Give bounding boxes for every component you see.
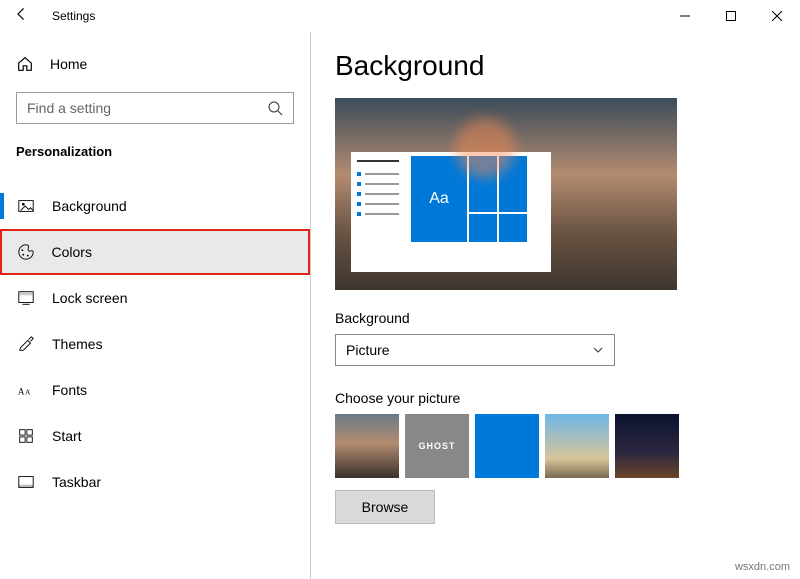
sidebar-home[interactable]: Home <box>0 44 310 84</box>
browse-button[interactable]: Browse <box>335 490 435 524</box>
sidebar-item-fonts[interactable]: AA Fonts <box>0 367 310 413</box>
sidebar-item-label: Start <box>52 428 82 444</box>
background-select-value: Picture <box>346 342 390 358</box>
sidebar-item-start[interactable]: Start <box>0 413 310 459</box>
sidebar-nav: Background Colors Lock screen Themes AA … <box>0 183 310 505</box>
lockscreen-icon <box>16 288 36 308</box>
close-button[interactable] <box>754 0 800 32</box>
main-panel: Background Aa <box>310 32 800 579</box>
sidebar-item-label: Colors <box>52 244 92 260</box>
sidebar-item-background[interactable]: Background <box>0 183 310 229</box>
search-placeholder: Find a setting <box>27 100 111 116</box>
home-icon <box>16 55 34 73</box>
watermark: wsxdn.com <box>735 561 790 573</box>
sidebar-item-lockscreen[interactable]: Lock screen <box>0 275 310 321</box>
picture-thumb-2[interactable]: GHOST <box>405 414 469 478</box>
picture-thumb-1[interactable] <box>335 414 399 478</box>
taskbar-icon <box>16 472 36 492</box>
sidebar-home-label: Home <box>50 56 87 72</box>
background-select[interactable]: Picture <box>335 334 615 366</box>
window-controls <box>662 0 800 32</box>
window-title: Settings <box>52 9 95 23</box>
picture-thumb-4[interactable] <box>545 414 609 478</box>
svg-text:A: A <box>25 389 31 397</box>
sidebar-item-taskbar[interactable]: Taskbar <box>0 459 310 505</box>
sidebar-item-themes[interactable]: Themes <box>0 321 310 367</box>
picture-icon <box>16 196 36 216</box>
page-title: Background <box>335 50 772 82</box>
chevron-down-icon <box>592 344 604 356</box>
background-field-label: Background <box>335 310 772 326</box>
preview-tile-aa: Aa <box>411 156 467 242</box>
search-input[interactable]: Find a setting <box>16 92 294 124</box>
start-icon <box>16 426 36 446</box>
sidebar-item-label: Fonts <box>52 382 87 398</box>
picture-thumb-3[interactable] <box>475 414 539 478</box>
picture-thumb-5[interactable] <box>615 414 679 478</box>
sidebar-item-label: Lock screen <box>52 290 127 306</box>
sidebar-section-label: Personalization <box>0 144 310 169</box>
minimize-button[interactable] <box>662 0 708 32</box>
sidebar: Home Find a setting Personalization Back… <box>0 32 310 579</box>
choose-picture-label: Choose your picture <box>335 390 772 406</box>
maximize-button[interactable] <box>708 0 754 32</box>
picture-thumbnails: GHOST <box>335 414 772 478</box>
sidebar-item-label: Themes <box>52 336 103 352</box>
preview-sample-window: Aa <box>351 152 551 272</box>
sidebar-item-colors[interactable]: Colors <box>0 229 310 275</box>
fonts-icon: AA <box>16 380 36 400</box>
sidebar-item-label: Taskbar <box>52 474 101 490</box>
background-preview: Aa <box>335 98 677 290</box>
search-icon <box>267 100 283 116</box>
sidebar-item-label: Background <box>52 198 127 214</box>
back-icon[interactable] <box>14 6 34 26</box>
palette-icon <box>16 242 36 262</box>
themes-icon <box>16 334 36 354</box>
svg-text:A: A <box>18 387 25 397</box>
